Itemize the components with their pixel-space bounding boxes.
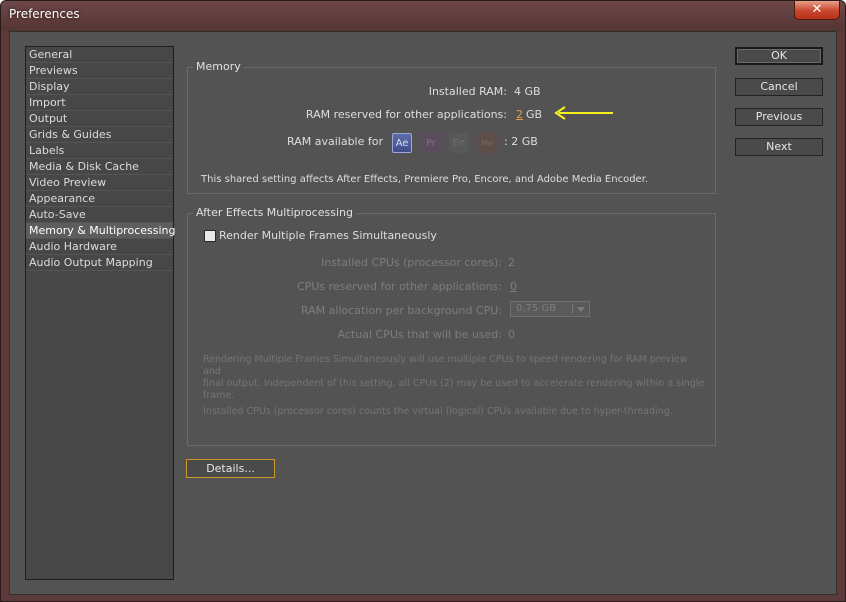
- multiprocessing-note: Rendering Multiple Frames Simultaneously…: [203, 354, 705, 401]
- sidebar-item-labels[interactable]: Labels: [26, 143, 173, 159]
- sidebar-item-auto-save[interactable]: Auto-Save: [26, 207, 173, 223]
- ram-reserved-label: RAM reserved for other applications:: [305, 108, 507, 121]
- dialog-client: General Previews Display Import Output Grids …: [9, 31, 837, 595]
- sidebar-item-appearance[interactable]: Appearance: [26, 191, 173, 207]
- arrow-left-icon: [554, 106, 613, 120]
- sidebar-item-memory-and-multiprocessing[interactable]: Memory & Multiprocessing: [26, 223, 175, 239]
- preferences-window: Preferences ✕ General Previews Display Impo…: [0, 0, 846, 602]
- memory-group: Memory Installed RAM: 4 GB RAM reserved …: [187, 60, 716, 194]
- media-encoder-icon[interactable]: Me: [477, 133, 497, 153]
- ram-available-label: RAM available for: [287, 135, 383, 148]
- chevron-down-icon: [577, 307, 585, 312]
- ram-reserved-value[interactable]: 2: [516, 108, 523, 121]
- after-effects-icon[interactable]: Ae: [392, 133, 412, 153]
- render-multiple-frames-label[interactable]: Render Multiple Frames Simultaneously: [219, 229, 437, 242]
- actual-cpus-label: Actual CPUs that will be used:: [337, 328, 502, 341]
- window-title: Preferences: [9, 7, 80, 21]
- installed-ram-label: Installed RAM:: [428, 85, 507, 98]
- close-icon: ✕: [811, 2, 823, 17]
- dropdown-separator: [572, 304, 573, 314]
- title-bar[interactable]: Preferences ✕: [1, 1, 845, 31]
- sidebar-item-audio-output-mapping[interactable]: Audio Output Mapping: [26, 255, 173, 271]
- installed-cpus-value: 2: [508, 256, 515, 269]
- shared-setting-note: This shared setting affects After Effect…: [201, 174, 649, 185]
- sidebar-item-import[interactable]: Import: [26, 95, 173, 111]
- sidebar-item-output[interactable]: Output: [26, 111, 173, 127]
- multiprocessing-group-title: After Effects Multiprocessing: [193, 206, 356, 219]
- ram-reserved-unit: GB: [526, 108, 543, 121]
- encore-icon[interactable]: En: [449, 133, 469, 153]
- sidebar-item-grids-and-guides[interactable]: Grids & Guides: [26, 127, 173, 143]
- ram-per-cpu-value: 0,75 GB: [516, 303, 557, 314]
- memory-group-title: Memory: [193, 60, 244, 73]
- details-button[interactable]: Details...: [186, 459, 275, 478]
- sidebar-item-general[interactable]: General: [26, 47, 173, 63]
- sidebar-item-previews[interactable]: Previews: [26, 63, 173, 79]
- cpus-reserved-value[interactable]: 0: [510, 280, 517, 293]
- sidebar-item-media-and-disk-cache[interactable]: Media & Disk Cache: [26, 159, 173, 175]
- ram-per-cpu-label: RAM allocation per background CPU:: [300, 304, 502, 317]
- close-button[interactable]: ✕: [794, 1, 840, 20]
- sidebar-item-display[interactable]: Display: [26, 79, 173, 95]
- sidebar-item-video-preview[interactable]: Video Preview: [26, 175, 173, 191]
- installed-ram-value: 4 GB: [514, 85, 541, 98]
- ram-per-cpu-dropdown[interactable]: 0,75 GB: [510, 301, 590, 317]
- render-multiple-frames-checkbox[interactable]: [204, 230, 216, 242]
- actual-cpus-value: 0: [508, 328, 515, 341]
- category-list: General Previews Display Import Output Grids …: [25, 46, 175, 580]
- premiere-pro-icon[interactable]: Pr: [421, 133, 441, 153]
- previous-button[interactable]: Previous: [735, 108, 823, 126]
- multiprocessing-group: After Effects Multiprocessing Render Mul…: [187, 206, 716, 446]
- next-button[interactable]: Next: [735, 138, 823, 156]
- cancel-button[interactable]: Cancel: [735, 78, 823, 96]
- hyperthreading-note: Installed CPUs (processor cores) counts …: [203, 406, 673, 417]
- installed-cpus-label: Installed CPUs (processor cores):: [321, 256, 502, 269]
- sidebar-item-audio-hardware[interactable]: Audio Hardware: [26, 239, 173, 255]
- ok-button[interactable]: OK: [735, 47, 823, 65]
- cpus-reserved-label: CPUs reserved for other applications:: [297, 280, 502, 293]
- ram-available-value: : 2 GB: [504, 135, 538, 148]
